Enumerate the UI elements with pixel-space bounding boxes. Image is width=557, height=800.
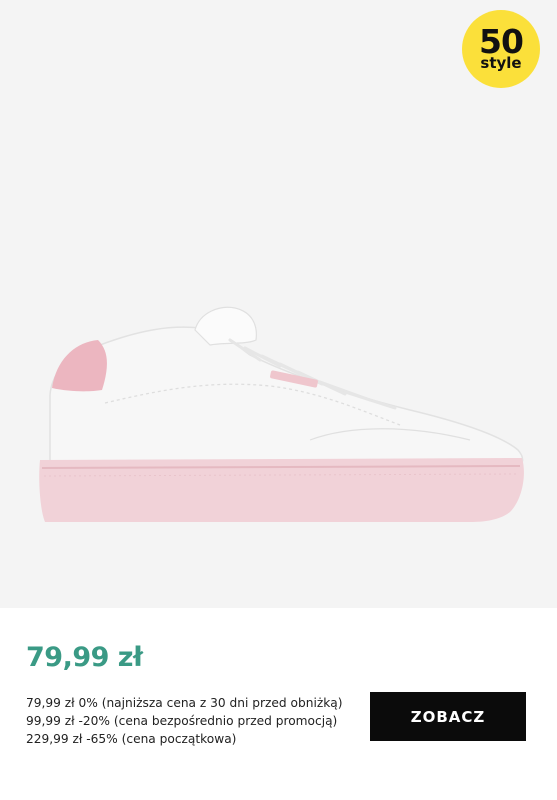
- current-price: 79,99 zł: [26, 642, 143, 673]
- price-history: 79,99 zł 0% (najniższa cena z 30 dni prz…: [26, 694, 343, 748]
- 50-style-logo-badge: 50 style: [462, 10, 540, 88]
- badge-number: 50: [479, 22, 524, 61]
- price-history-before-promo: 99,99 zł -20% (cena bezpośrednio przed p…: [26, 714, 338, 728]
- sneaker-image: [39, 306, 524, 522]
- product-image-area: 50 style: [0, 0, 557, 608]
- badge-word: style: [480, 54, 522, 72]
- see-product-button[interactable]: ZOBACZ: [370, 692, 526, 741]
- price-history-initial: 229,99 zł -65% (cena początkowa): [26, 732, 237, 746]
- price-history-lowest-30-days: 79,99 zł 0% (najniższa cena z 30 dni prz…: [26, 696, 343, 710]
